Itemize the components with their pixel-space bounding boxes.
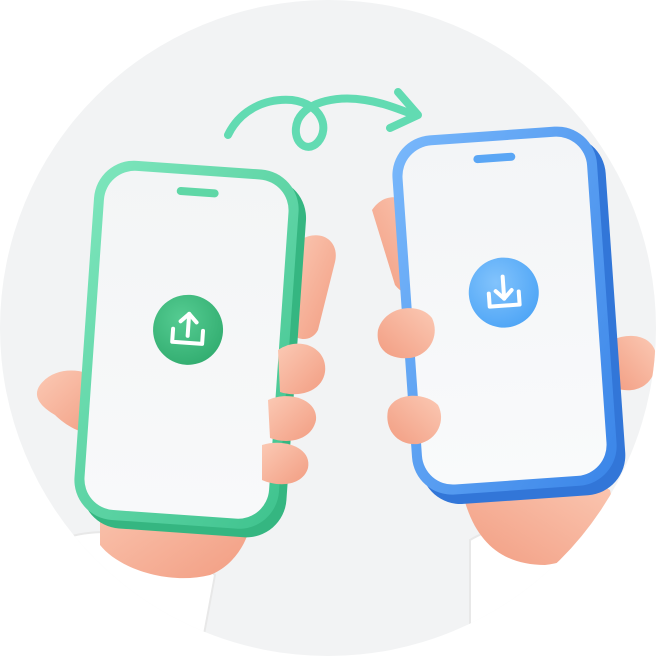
phone-transfer-illustration <box>0 0 656 656</box>
